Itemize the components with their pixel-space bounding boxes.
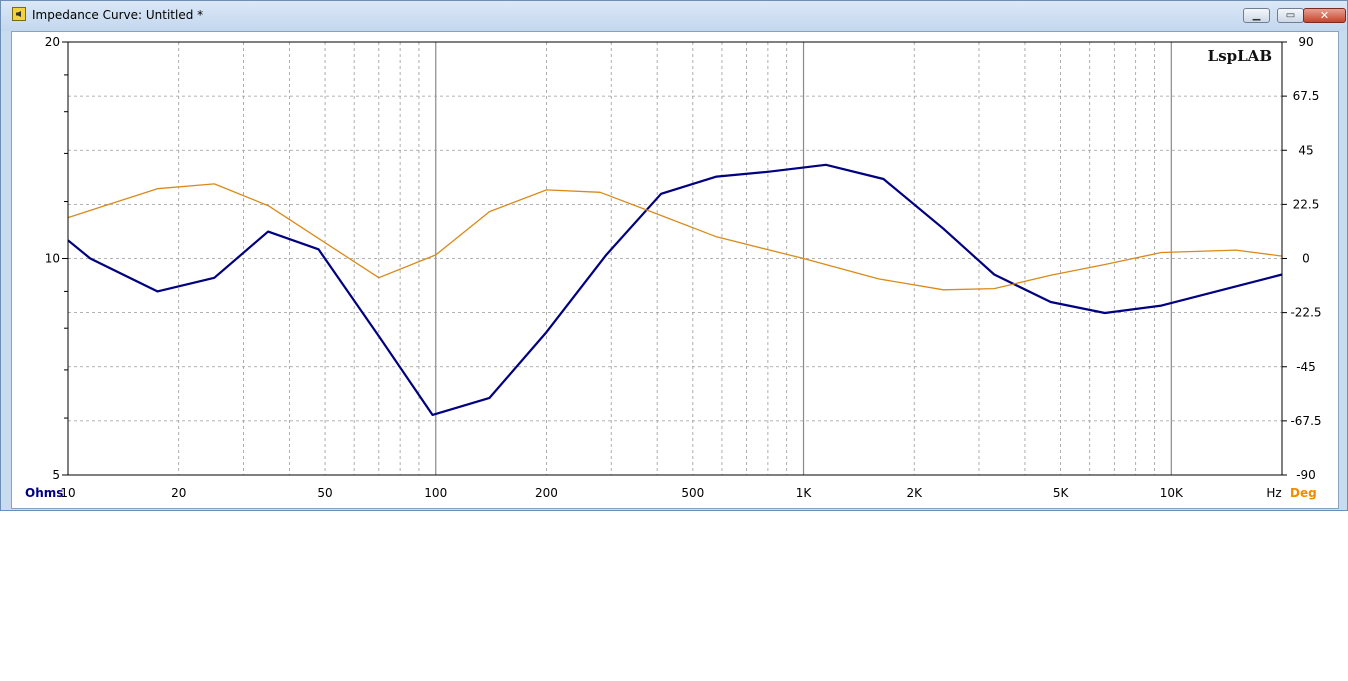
y-right-tick-label: 22.5 [1293, 197, 1320, 211]
y-right-tick-label: 0 [1302, 252, 1310, 266]
y-right-tick-label: -67.5 [1290, 414, 1321, 428]
x-tick-label: 50 [317, 486, 332, 500]
tick-labels: 51020 9067.54522.50-22.5-45-67.5-9010 20 50… [45, 35, 1322, 500]
x-tick-label: 20 [171, 486, 186, 500]
chart-panel: 5 10 20 90 67.5 45 22.5 0 -22.5 -45 -67.5 -90 10 20 50… [11, 31, 1339, 509]
maximize-icon: ▭ [1285, 10, 1296, 21]
x-tick-label: 100 [424, 486, 447, 500]
close-icon: ✕ [1319, 9, 1330, 22]
x-tick-label: 200 [535, 486, 558, 500]
app-window: Impedance Curve: Untitled * ▁ ▭ ✕ 5 10 20 9… [0, 0, 1348, 511]
close-button[interactable]: ✕ [1303, 8, 1346, 23]
y-right-tick-label: -45 [1296, 360, 1316, 374]
chart-logo: LspLAB [1208, 47, 1272, 65]
phase-curve [67, 183, 1283, 291]
minimize-icon: ▁ [1252, 10, 1261, 21]
title-bar[interactable]: Impedance Curve: Untitled * ▁ ▭ ✕ [1, 1, 1347, 31]
x-tick-label: 2K [906, 486, 923, 500]
maximize-button[interactable]: ▭ [1277, 8, 1304, 23]
x-tick-label: 5K [1053, 486, 1070, 500]
y-right-tick-label: 45 [1298, 143, 1313, 157]
series [67, 163, 1283, 416]
y-left-tick-label: 20 [45, 35, 60, 49]
y-axis-left-label: Ohms [25, 486, 63, 500]
impedance-curve [67, 163, 1283, 416]
y-left-tick-label: 10 [45, 252, 60, 266]
y-right-tick-label: -22.5 [1290, 306, 1321, 320]
x-tick-label: 500 [681, 486, 704, 500]
window-title: Impedance Curve: Untitled * [32, 8, 204, 22]
y-right-tick-label: 67.5 [1293, 89, 1320, 103]
impedance-chart[interactable]: 51020 9067.54522.50-22.5-45-67.5-9010 20 50… [12, 32, 1338, 508]
x-axis-label: Hz [1266, 486, 1281, 500]
y-right-tick-label: -90 [1296, 468, 1316, 482]
grid [68, 42, 1282, 475]
y-left-tick-label: 5 [52, 468, 60, 482]
x-tick-label: 10K [1160, 486, 1184, 500]
y-axis-right-label: Deg [1290, 486, 1317, 500]
minimize-button[interactable]: ▁ [1243, 8, 1270, 23]
speaker-icon[interactable] [12, 7, 26, 21]
y-right-tick-label: 90 [1298, 35, 1313, 49]
x-tick-label: 1K [796, 486, 813, 500]
